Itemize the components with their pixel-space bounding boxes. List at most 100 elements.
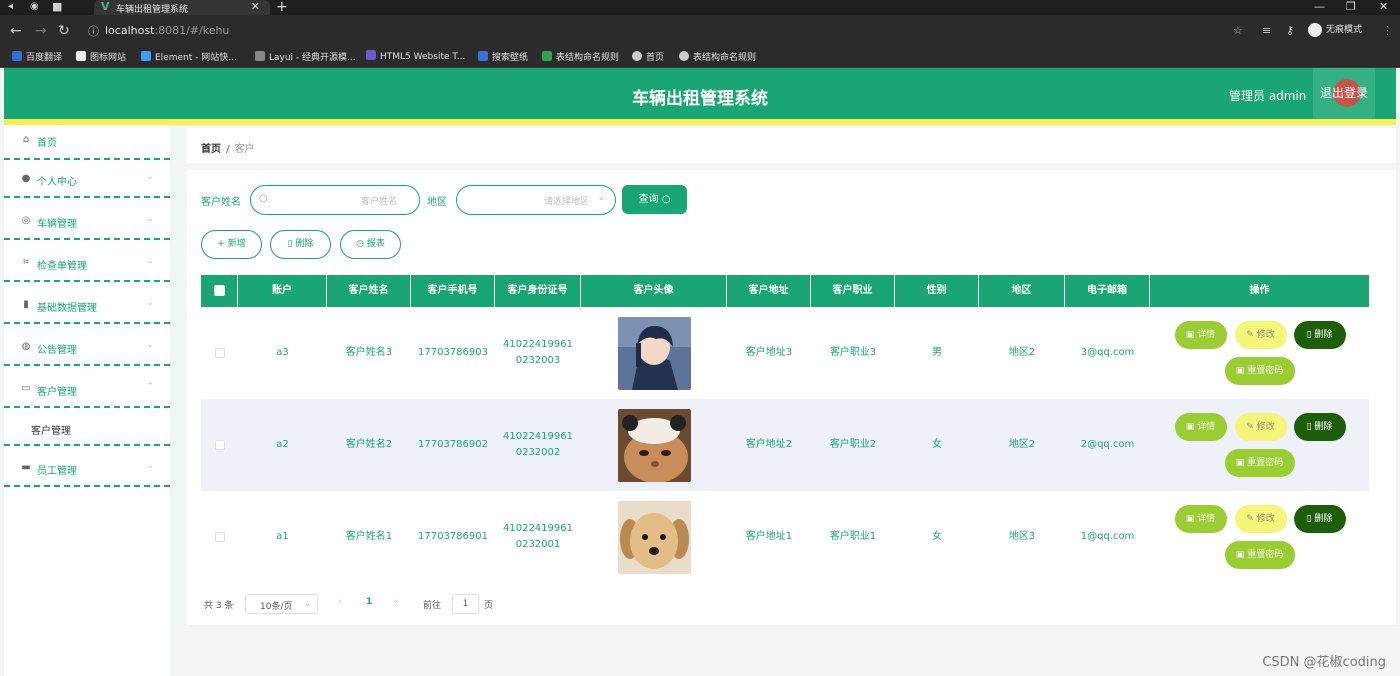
forward-icon[interactable]: →	[35, 23, 47, 39]
menu-icon[interactable]: ⋮	[1382, 24, 1393, 37]
browser-tab-active[interactable]: V 车辆出租管理系统 ✕	[94, 0, 270, 15]
sidebar-item-basic-data[interactable]: ▮ 基础数据管理 ⌄	[4, 288, 170, 324]
reset-password-button[interactable]: ▣ 重置密码	[1224, 357, 1295, 385]
sidebar-item-staff[interactable]: ▬ 员工管理 ⌄	[4, 451, 170, 487]
sidebar-subitem-customers[interactable]: 客户管理	[4, 410, 170, 446]
bookmark-star-icon[interactable]: ☆	[1233, 24, 1243, 37]
close-tab-icon[interactable]: ✕	[251, 0, 260, 13]
goto-page-input[interactable]: 1	[452, 594, 479, 614]
minimize-icon[interactable]: —	[1314, 0, 1325, 13]
next-page-icon[interactable]: ›	[394, 597, 398, 607]
header-stripe	[4, 119, 1396, 125]
compass-icon: ◎	[21, 215, 31, 226]
edit-button[interactable]: ✎ 修改	[1234, 505, 1287, 533]
bookmark-item[interactable]: 首页	[632, 50, 664, 63]
edit-button[interactable]: ✎ 修改	[1234, 413, 1287, 441]
header-job: 客户职业	[811, 275, 895, 307]
globe-icon: ◍	[21, 341, 31, 352]
app-header: 车辆出租管理系统 管理员 admin 退出登录	[4, 68, 1396, 119]
search-icon: ○	[259, 193, 268, 204]
bookmark-label: Element - 网站快...	[155, 53, 237, 63]
bookmark-item[interactable]: Layui - 经典开源模...	[255, 50, 356, 63]
delete-row-button[interactable]: ▯ 删除	[1293, 413, 1346, 441]
avatar[interactable]	[617, 316, 691, 390]
reset-password-button[interactable]: ▣ 重置密码	[1224, 541, 1295, 569]
bookmark-icon	[12, 51, 22, 61]
logout-button[interactable]: 退出登录	[1313, 68, 1375, 119]
chevron-down-icon: ⌄	[146, 340, 154, 350]
url-field[interactable]: ⓘ localhost:8081/#/kehu	[78, 20, 1258, 42]
prev-page-icon[interactable]: ‹	[338, 597, 342, 607]
add-button[interactable]: + 新增	[201, 230, 262, 259]
cell-id: 41022419961 0232003	[495, 307, 581, 399]
sidebar-item-notice[interactable]: ◍ 公告管理 ⌄	[4, 330, 170, 366]
row-checkbox[interactable]	[214, 348, 225, 358]
trash-icon: ▯	[287, 239, 293, 249]
restore-icon[interactable]: ❐	[1346, 0, 1356, 13]
query-button[interactable]: 查询 ○	[622, 185, 687, 214]
detail-icon: ▣	[1185, 514, 1195, 524]
sidebar-item-customers[interactable]: ▭ 客户管理 ⌃	[4, 372, 170, 408]
search-icon: ○	[661, 194, 671, 205]
row-checkbox[interactable]	[214, 440, 225, 450]
browser-ext-icon[interactable]: ◉	[30, 1, 39, 13]
bookmark-item[interactable]: 图标网站	[76, 50, 126, 63]
audio-icon[interactable]: ◂	[8, 1, 13, 13]
tab-list-icon[interactable]: ■	[52, 1, 62, 13]
detail-button[interactable]: ▣ 详情	[1174, 505, 1227, 533]
edit-label: 修改	[1256, 422, 1275, 432]
incognito-icon	[1308, 22, 1322, 37]
sidebar-item-inspection[interactable]: ⌗ 检查单管理 ⌄	[4, 246, 170, 282]
cell-account: a3	[276, 347, 289, 358]
breadcrumb-home[interactable]: 首页	[201, 144, 221, 155]
avatar[interactable]	[617, 500, 691, 574]
page-size-select[interactable]: 10条/页 ⌄	[245, 594, 318, 614]
select-all-checkbox[interactable]	[201, 275, 238, 307]
breadcrumb: 首页 / 客户	[187, 128, 1396, 163]
edit-label: 修改	[1256, 514, 1275, 524]
delete-button[interactable]: ▯ 删除	[270, 230, 331, 259]
back-icon[interactable]: ←	[10, 23, 22, 39]
new-tab-icon[interactable]: +	[276, 0, 288, 15]
site-info-icon[interactable]: ⓘ	[88, 23, 99, 39]
delete-row-button[interactable]: ▯ 删除	[1293, 321, 1346, 349]
sidebar-item-home[interactable]: ⌂ 首页	[4, 125, 170, 160]
close-window-icon[interactable]: ✕	[1379, 0, 1388, 13]
bookmark-item[interactable]: Element - 网站快...	[141, 50, 237, 63]
sidebar-item-profile[interactable]: ● 个人中心 ⌄	[4, 162, 170, 198]
detail-button[interactable]: ▣ 详情	[1174, 321, 1227, 349]
customer-name-input[interactable]: ○ 客户姓名	[250, 185, 420, 215]
region-select[interactable]: 请选择地区 ⌄	[456, 185, 616, 215]
pencil-icon: ✎	[1246, 514, 1254, 524]
url-path: :8081/#/kehu	[154, 24, 230, 37]
bookmark-item[interactable]: 表结构命名规则	[542, 50, 619, 63]
row-checkbox[interactable]	[214, 532, 225, 542]
sidebar-item-label: 客户管理	[37, 387, 77, 398]
incognito-indicator[interactable]: 无痕模式	[1308, 22, 1362, 37]
reading-list-icon[interactable]: ≡	[1262, 24, 1271, 37]
detail-label: 详情	[1197, 514, 1216, 524]
thumb-icon: ▮	[23, 299, 29, 310]
edit-button[interactable]: ✎ 修改	[1234, 321, 1287, 349]
bookmark-item[interactable]: 百度翻译	[12, 50, 62, 63]
header-name: 客户姓名	[327, 275, 411, 307]
cell-account: a1	[276, 531, 289, 542]
cell-id: 41022419961 0232001	[495, 491, 581, 583]
chevron-down-icon: ⌄	[597, 193, 605, 203]
bookmark-item[interactable]: HTML5 Website T...	[366, 50, 465, 62]
sidebar-item-label: 基础数据管理	[37, 303, 97, 314]
bookmark-icon	[255, 51, 265, 61]
reload-icon[interactable]: ↻	[58, 23, 70, 39]
cell-phone: 17703786902	[418, 439, 488, 450]
sidebar-item-vehicles[interactable]: ◎ 车辆管理 ⌄	[4, 204, 170, 240]
avatar[interactable]	[617, 408, 691, 482]
clock-icon: ◷	[356, 239, 364, 249]
delete-row-button[interactable]: ▯ 删除	[1293, 505, 1346, 533]
reset-password-button[interactable]: ▣ 重置密码	[1224, 449, 1295, 477]
detail-button[interactable]: ▣ 详情	[1174, 413, 1227, 441]
bookmark-item[interactable]: 表结构命名规则	[679, 50, 756, 63]
key-icon[interactable]: ⚷	[1286, 24, 1294, 37]
bookmark-item[interactable]: 搜索壁纸	[478, 50, 528, 63]
report-button[interactable]: ◷ 报表	[340, 230, 401, 259]
page-number-current[interactable]: 1	[366, 597, 372, 607]
